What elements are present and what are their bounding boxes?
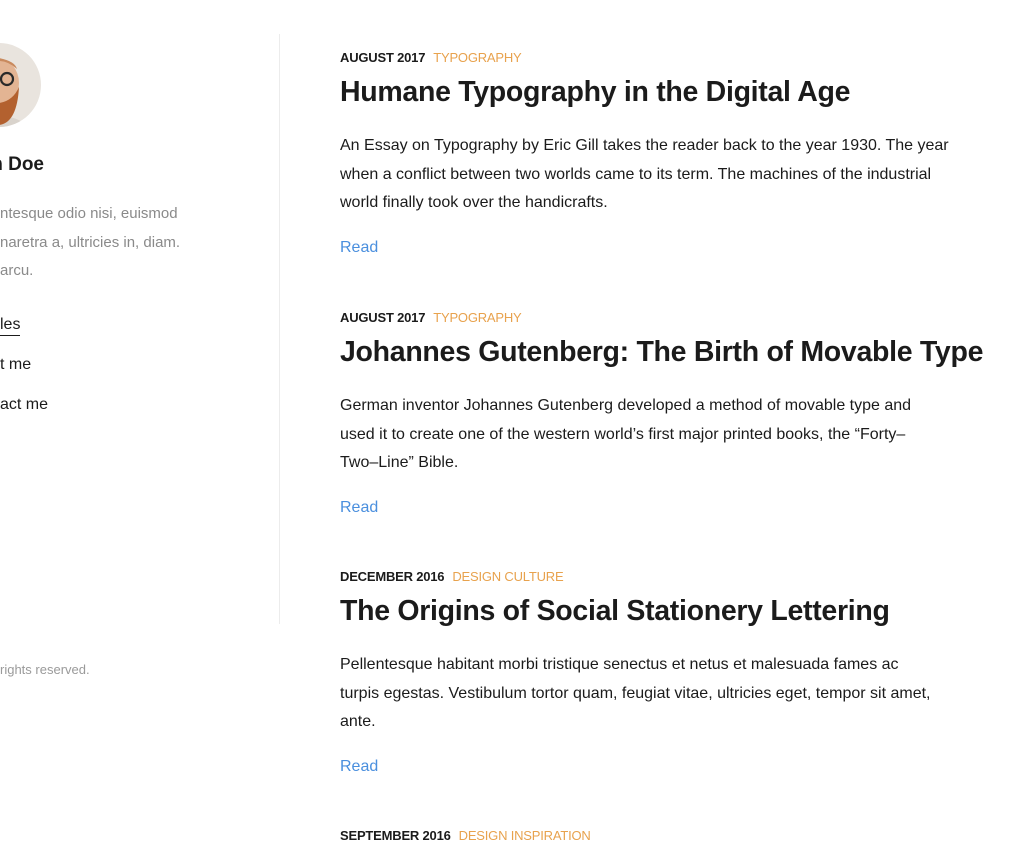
bio-line: arcu.	[0, 262, 34, 279]
author-name: n Doe	[0, 154, 44, 175]
copyright: rights reserved.	[0, 662, 90, 677]
post-excerpt: Pellentesque habitant morbi tristique se…	[340, 651, 1010, 737]
read-link[interactable]: Read	[340, 499, 378, 517]
excerpt-line: turpis egestas. Vestibulum tortor quam, …	[340, 684, 931, 702]
sidebar: n Doe ntesque odio nisi, euismod naretra…	[0, 0, 280, 841]
read-link[interactable]: Read	[340, 239, 378, 257]
post-meta: AUGUST 2017 TYPOGRAPHY	[340, 310, 1010, 325]
post-meta: AUGUST 2017 TYPOGRAPHY	[340, 50, 1010, 65]
excerpt-line: An Essay on Typography by Eric Gill take…	[340, 137, 949, 154]
excerpt-line: used it to create one of the western wor…	[340, 425, 906, 443]
excerpt-line: ante.	[340, 713, 376, 730]
read-link[interactable]: Read	[340, 758, 378, 776]
post-title[interactable]: Johannes Gutenberg: The Birth of Movable…	[340, 335, 1010, 369]
avatar-image	[0, 43, 41, 127]
excerpt-line: Pellentesque habitant morbi tristique se…	[340, 656, 899, 673]
bio-line: ntesque odio nisi, euismod	[0, 205, 178, 222]
post-category[interactable]: DESIGN CULTURE	[452, 569, 563, 584]
nav-item-contact[interactable]: act me	[0, 396, 48, 414]
post-category[interactable]: TYPOGRAPHY	[433, 50, 521, 65]
nav-item-about[interactable]: t me	[0, 356, 31, 374]
post-title[interactable]: The Origins of Social Stationery Letteri…	[340, 594, 1010, 628]
sidebar-divider	[279, 34, 280, 624]
post-meta: DECEMBER 2016 DESIGN CULTURE	[340, 569, 1010, 584]
excerpt-line: Two–Line” Bible.	[340, 454, 459, 471]
post-title[interactable]: Humane Typography in the Digital Age	[340, 75, 1010, 109]
post-date: AUGUST 2017	[340, 50, 426, 65]
post-date: AUGUST 2017	[340, 310, 426, 325]
post-date: DECEMBER 2016	[340, 569, 445, 584]
post-item: DECEMBER 2016 DESIGN CULTURE The Origins …	[340, 569, 1010, 776]
post-item: AUGUST 2017 TYPOGRAPHY Johannes Gutenberg…	[340, 310, 1010, 517]
post-excerpt: German inventor Johannes Gutenberg devel…	[340, 392, 1010, 478]
excerpt-line: world finally took over the handicrafts.	[340, 194, 608, 211]
bio-line: naretra a, ultricies in, diam.	[0, 233, 181, 251]
nav-item-articles[interactable]: les	[0, 316, 21, 336]
post-category[interactable]: TYPOGRAPHY	[433, 310, 521, 325]
post-item: AUGUST 2017 TYPOGRAPHY Humane Typography …	[340, 50, 1010, 257]
post-excerpt: An Essay on Typography by Eric Gill take…	[340, 132, 1010, 218]
excerpt-line: German inventor Johannes Gutenberg devel…	[340, 397, 912, 414]
author-avatar[interactable]	[0, 43, 41, 127]
excerpt-line: when a conflict between two worlds came …	[340, 165, 932, 183]
